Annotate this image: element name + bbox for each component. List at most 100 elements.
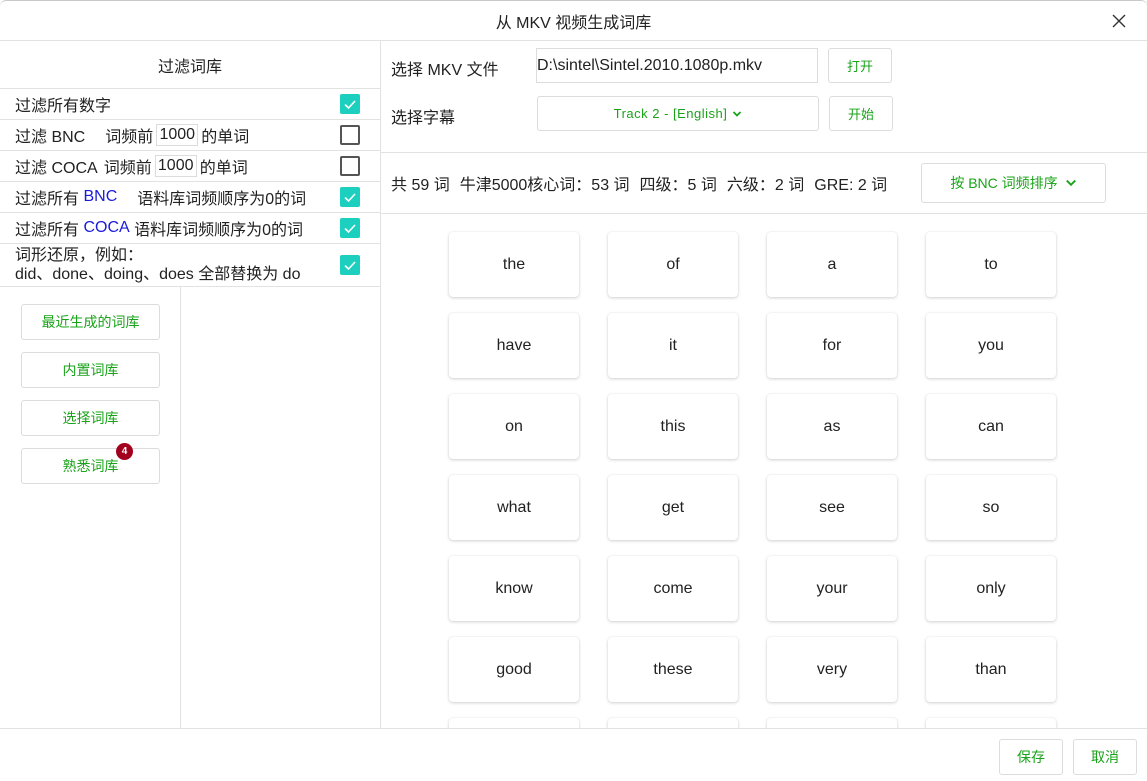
cancel-button[interactable]: 取消 (1073, 739, 1137, 775)
check-icon (344, 224, 356, 234)
word-text: you (978, 336, 1004, 354)
word-card[interactable] (449, 718, 579, 728)
filter-coca-top-checkbox[interactable] (340, 156, 360, 176)
word-card[interactable]: come (608, 556, 738, 621)
button-label: 熟悉词库 (62, 458, 119, 474)
corpus-name-bnc: BNC (83, 188, 118, 205)
word-card[interactable]: get (608, 475, 738, 540)
mkv-file-label: 选择 MKV 文件 (391, 62, 499, 79)
word-card[interactable]: as (767, 394, 897, 459)
word-card[interactable]: the (449, 232, 579, 297)
word-card[interactable]: see (767, 475, 897, 540)
word-card[interactable]: a (767, 232, 897, 297)
word-text: these (653, 660, 693, 678)
filter-coca-zero-checkbox[interactable] (340, 218, 360, 238)
word-card[interactable]: than (926, 637, 1056, 702)
filter-numbers-checkbox[interactable] (340, 94, 360, 114)
word-card[interactable]: on (449, 394, 579, 459)
word-text: your (816, 579, 848, 597)
filter-bnc-top-checkbox[interactable] (340, 125, 360, 145)
word-card[interactable]: it (608, 313, 738, 378)
word-card[interactable]: of (608, 232, 738, 297)
word-card[interactable]: you (926, 313, 1056, 378)
word-text: very (816, 660, 848, 678)
dialog-footer: 保存 取消 (0, 728, 1147, 781)
mkv-file-path-input[interactable]: D:\sintel\Sintel.2010.1080p.mkv (536, 48, 818, 83)
filter-panel-title: 过滤词库 (0, 41, 380, 89)
word-text: on (505, 417, 523, 435)
filter-label-prefix: 过滤 BNC (15, 129, 86, 146)
bnc-top-count-input[interactable]: 1000 (156, 124, 199, 146)
filter-row-lemmatize: 词形还原，例如： did、done、doing、does 全部替换为 do (0, 244, 380, 285)
word-text: can (978, 417, 1004, 435)
word-card[interactable]: so (926, 475, 1056, 540)
stat-total: 共 59 词 (391, 177, 450, 194)
choose-library-button[interactable]: 选择词库 (21, 400, 160, 436)
word-text: a (827, 255, 837, 273)
filter-label-suffix: 的单词 (201, 129, 250, 146)
word-text: as (823, 417, 841, 435)
word-card[interactable]: good (449, 637, 579, 702)
stat-cet4: 四级：5 词 (639, 177, 717, 194)
word-card[interactable]: can (926, 394, 1056, 459)
word-text: to (984, 255, 998, 273)
word-stats: 共 59 词 牛津5000核心词：53 词 四级：5 词 六级：2 词 GRE:… (391, 153, 897, 213)
button-label: 保存 (1017, 749, 1045, 765)
word-card[interactable] (608, 718, 738, 728)
builtin-library-button[interactable]: 内置词库 (21, 352, 160, 388)
save-button[interactable]: 保存 (999, 739, 1063, 775)
check-icon (344, 260, 356, 270)
filter-label-middle: 词频前 (105, 129, 154, 146)
chevron-down-icon (732, 109, 742, 119)
word-card[interactable]: know (449, 556, 579, 621)
button-label: 开始 (847, 107, 874, 122)
word-card[interactable]: only (926, 556, 1056, 621)
open-button[interactable]: 打开 (828, 48, 892, 83)
filter-label-suffix: 语料库词频顺序为0的词 (137, 191, 307, 208)
word-card[interactable]: for (767, 313, 897, 378)
filter-row-coca-zero: 过滤所有 COCA 语料库词频顺序为0的词 (0, 213, 380, 244)
word-card[interactable]: very (767, 637, 897, 702)
word-text: this (660, 417, 686, 435)
word-text: what (497, 498, 531, 516)
corpus-name-coca: COCA (83, 219, 130, 236)
word-text: have (496, 336, 532, 354)
word-card[interactable]: to (926, 232, 1056, 297)
word-text: only (976, 579, 1006, 597)
subtitle-track-select[interactable]: Track 2 - [English] (537, 96, 819, 131)
filter-lemmatize-checkbox[interactable] (340, 254, 360, 275)
coca-top-count-input[interactable]: 1000 (154, 155, 197, 177)
sort-order-dropdown[interactable]: 按 BNC 词频排序 (921, 163, 1106, 203)
filter-label: 过滤所有数字 (15, 98, 112, 115)
start-button[interactable]: 开始 (829, 96, 893, 131)
sort-label: 按 BNC 词频排序 (950, 175, 1058, 191)
window-title: 从 MKV 视频生成词库 (495, 14, 652, 32)
filter-label-suffix: 的单词 (199, 160, 248, 177)
word-card[interactable]: what (449, 475, 579, 540)
word-card[interactable]: this (608, 394, 738, 459)
button-label: 内置词库 (62, 362, 119, 378)
dialog-window: 从 MKV 视频生成词库 过滤词库 过滤所有数字 过滤 BNC 词频前 1000… (0, 0, 1147, 781)
recent-library-button[interactable]: 最近生成的词库 (21, 304, 160, 340)
file-path-value: D:\sintel\Sintel.2010.1080p.mkv (537, 56, 763, 74)
word-card[interactable]: have (449, 313, 579, 378)
title-bar: 从 MKV 视频生成词库 (0, 1, 1147, 41)
filter-bnc-zero-checkbox[interactable] (340, 187, 360, 207)
word-card[interactable]: your (767, 556, 897, 621)
close-button[interactable] (1109, 11, 1129, 31)
button-label: 选择词库 (62, 410, 119, 426)
chevron-down-icon (1065, 177, 1077, 189)
library-section: 最近生成的词库 内置词库 选择词库 熟悉词库 4 (0, 286, 381, 729)
familiar-library-button[interactable]: 熟悉词库 4 (21, 443, 160, 484)
lemmatize-label-line2: did、done、doing、does 全部替换为 do (15, 266, 301, 283)
word-grid: the of a to have it for you on this as can what get se… (449, 232, 1056, 728)
word-list-area[interactable]: the of a to have it for you on this as can what get se… (381, 214, 1147, 728)
word-card[interactable] (767, 718, 897, 728)
word-card[interactable] (926, 718, 1056, 728)
word-text: it (669, 336, 677, 354)
check-icon (344, 193, 356, 203)
filter-row-coca-top: 过滤 COCA 词频前 1000 的单词 (0, 151, 380, 182)
word-card[interactable]: these (608, 637, 738, 702)
filter-label-prefix: 过滤所有 (15, 191, 80, 208)
subtitle-label: 选择字幕 (391, 110, 456, 127)
